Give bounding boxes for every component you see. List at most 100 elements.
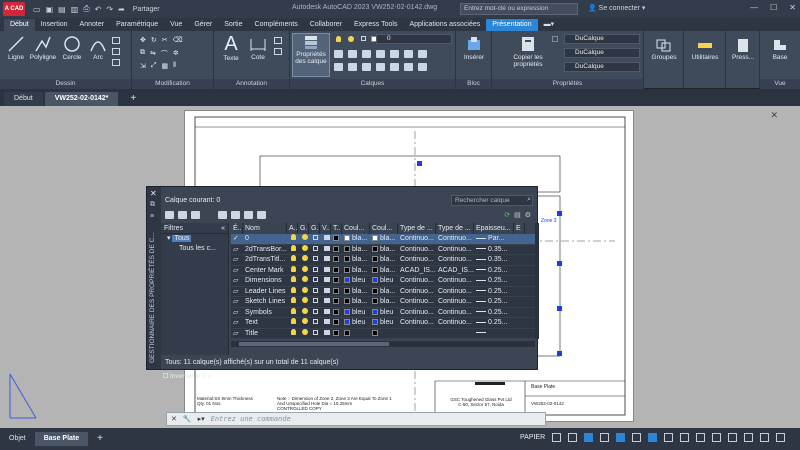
layer-lock-toggle[interactable] (309, 308, 320, 318)
hatch-icon[interactable] (112, 48, 120, 55)
layer-row[interactable]: ▱ Symbols bleu bleu Continuo... Continuo... 0.… (231, 307, 535, 318)
panel-bloc-label[interactable]: Bloc (456, 79, 491, 89)
layer-unlock-icon[interactable] (404, 63, 413, 71)
command-customize-icon[interactable]: 🔧 (183, 415, 192, 423)
layer-vp-linetype-cell[interactable]: ACAD_IS... (436, 266, 474, 276)
palette-gear-icon[interactable]: ⚙ (525, 211, 531, 219)
layer-on-toggle[interactable] (287, 276, 298, 286)
layer-vp-color-cell[interactable]: bla... (370, 255, 398, 265)
layer-isolate-icon[interactable] (334, 50, 343, 58)
layer-linetype-cell[interactable]: ACAD_IS... (398, 266, 436, 276)
collapse-icon[interactable]: « (207, 373, 211, 380)
layer-vp-color-cell[interactable] (370, 329, 398, 339)
linetype-dropdown[interactable]: DuCalque (564, 48, 640, 58)
snap-icon[interactable] (568, 433, 577, 442)
layer-on-toggle[interactable] (287, 318, 298, 328)
layer-newvp-toggle[interactable] (331, 329, 342, 339)
layer-linetype-cell[interactable]: Continuo... (398, 255, 436, 265)
tab-insertion[interactable]: Insertion (35, 19, 74, 31)
set-current-icon[interactable] (257, 211, 266, 219)
layer-color-cell[interactable]: bleu (342, 308, 370, 318)
layer-vp-color-cell[interactable]: bla... (370, 287, 398, 297)
layer-vp-color-cell[interactable]: bleu (370, 276, 398, 286)
layer-vp-color-cell[interactable]: bla... (370, 297, 398, 307)
fillet-icon[interactable]: ⌒ (161, 49, 168, 59)
filter-all[interactable]: ▾ Tous (161, 234, 228, 244)
layer-vp-color-cell[interactable]: bla... (370, 234, 398, 244)
isodraft-icon[interactable] (632, 433, 641, 442)
layer-row[interactable]: ▱ Sketch Lines bla... bla... Continuo... Cont… (231, 297, 535, 308)
layer-previous-icon[interactable] (334, 63, 343, 71)
layer-row[interactable]: ▱ Dimensions bleu bleu Continuo... Continuo..… (231, 276, 535, 287)
layer-newvp-toggle[interactable] (331, 266, 342, 276)
layer-color-cell[interactable]: bla... (342, 255, 370, 265)
layer-unisolate-icon[interactable] (348, 50, 357, 58)
layer-freeze-toggle[interactable] (298, 307, 309, 318)
new-vp-layer-icon[interactable] (231, 211, 240, 219)
layer-linetype-cell[interactable]: Continuo... (398, 297, 436, 307)
sign-in-button[interactable]: 👤 Se connecter ▾ (588, 4, 645, 12)
layer-vp-toggle[interactable] (320, 297, 331, 307)
layer-lineweight-cell[interactable]: 0.25... (474, 266, 514, 276)
clipboard-button[interactable]: Press... (728, 37, 758, 61)
panel-calques-label[interactable]: Calques (290, 79, 455, 89)
layer-grid-hscroll[interactable] (231, 341, 535, 347)
layer-row[interactable]: ✓ 0 bla... bla... Continuo... Continuo... Par.… (231, 234, 535, 245)
col-status[interactable]: É.. (231, 223, 243, 234)
layer-vp-linetype-cell[interactable]: Continuo... (436, 297, 474, 307)
panel-modification-label[interactable]: Modification (132, 79, 213, 89)
layer-newvp-toggle[interactable] (331, 245, 342, 255)
autocad-logo[interactable]: A CAD (3, 2, 25, 16)
layer-lock-toggle[interactable] (309, 266, 320, 276)
erase-icon[interactable]: ⌫ (173, 36, 183, 44)
layer-row[interactable]: ▱ 2dTransTitl... bla... bla... Continuo... Co… (231, 255, 535, 266)
layer-linetype-cell[interactable]: Continuo... (398, 318, 436, 328)
layer-vp-linetype-cell[interactable]: Continuo... (436, 255, 474, 265)
selection-cycling-icon[interactable] (680, 433, 689, 442)
layer-lineweight-cell[interactable]: 0.25... (474, 318, 514, 328)
layer-color-cell[interactable]: bleu (342, 276, 370, 286)
file-tab-debut[interactable]: Début (4, 92, 43, 106)
explode-icon[interactable]: ✲ (173, 49, 179, 59)
col-color[interactable]: Coul... (342, 223, 370, 234)
current-layer-dropdown[interactable]: 0 (376, 34, 452, 44)
stretch-icon[interactable]: ⇲ (140, 62, 146, 70)
layer-name[interactable]: Symbols (243, 308, 287, 318)
layer-lock-toggle[interactable] (309, 255, 320, 265)
layer-on-toggle[interactable] (287, 234, 298, 244)
layer-vp-toggle[interactable] (320, 255, 331, 265)
layer-on-toggle[interactable] (287, 286, 298, 297)
layer-vp-linetype-cell[interactable] (436, 329, 474, 339)
delete-layer-icon[interactable] (244, 211, 253, 219)
workspace-gear-icon[interactable] (712, 433, 721, 442)
layer-color-cell[interactable]: bla... (342, 297, 370, 307)
layer-linetype-cell[interactable] (398, 329, 436, 339)
layer-vp-toggle[interactable] (320, 276, 331, 286)
layer-thaw-all-icon[interactable] (390, 63, 399, 71)
arc-button[interactable]: Arc (86, 35, 110, 61)
tab-annoter[interactable]: Annoter (74, 19, 111, 31)
layer-color-cell[interactable]: bla... (342, 266, 370, 276)
rotate-icon[interactable]: ↻ (151, 36, 157, 44)
layer-newvp-toggle[interactable] (331, 287, 342, 297)
leader-icon[interactable] (274, 37, 282, 44)
infer-icon[interactable] (584, 433, 593, 442)
layer-linetype-cell[interactable]: Continuo... (398, 245, 436, 255)
layer-freeze-icon[interactable] (390, 50, 399, 58)
layer-vp-toggle[interactable] (320, 329, 331, 339)
layer-lock-icon[interactable] (361, 36, 366, 41)
layer-on-toggle[interactable] (287, 244, 298, 255)
layer-linetype-cell[interactable]: Continuo... (398, 276, 436, 286)
layout-tab-objet[interactable]: Objet (0, 432, 35, 446)
saveas-icon[interactable]: ▥ (71, 5, 79, 14)
share-icon[interactable]: ➦ (118, 5, 125, 14)
tab-sortie[interactable]: Sortie (218, 19, 248, 31)
layer-lineweight-cell[interactable]: 0.25... (474, 287, 514, 297)
grid-icon[interactable] (552, 433, 561, 442)
command-line[interactable]: ✕ 🔧 ▸▾ Entrez une commande (166, 412, 546, 426)
layer-states-icon[interactable] (191, 211, 200, 219)
layer-vp-color-cell[interactable]: bleu (370, 318, 398, 328)
palette-sidebar[interactable]: ✕ ⧉ ≡ GESTIONNAIRE DES PROPRIÉTÉS DE C..… (147, 187, 161, 369)
scale-icon[interactable]: ⤢ (151, 62, 157, 70)
new-layout-plus-icon[interactable]: + (88, 432, 112, 446)
